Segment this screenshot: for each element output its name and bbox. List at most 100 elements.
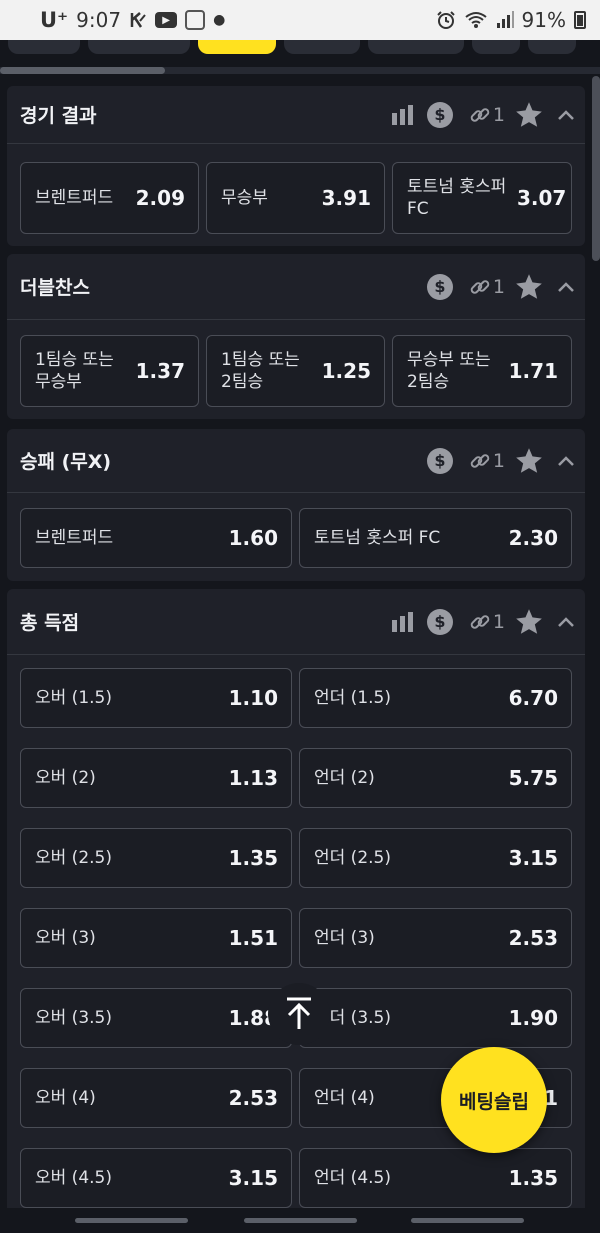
app-notification-icon <box>185 10 206 30</box>
option-odds: 1.10 <box>228 686 278 710</box>
option-label: 1팀승 또는 2팀승 <box>221 350 300 392</box>
option-odds: 3.91 <box>321 186 371 210</box>
favorite-star-icon[interactable] <box>515 273 543 300</box>
option-label: 오버 (2) <box>35 768 96 788</box>
odds-option-over[interactable]: 오버 (3.5) 1.88 <box>20 988 292 1048</box>
cashout-dollar-icon[interactable]: $ <box>426 273 453 300</box>
collapse-chevron-up-icon[interactable] <box>557 616 575 628</box>
option-odds: 2.53 <box>508 926 558 950</box>
link-icon <box>469 611 491 633</box>
battery-icon <box>574 11 586 29</box>
link-counter[interactable]: 1 <box>469 450 505 472</box>
option-label: 오버 (4) <box>35 1088 96 1108</box>
option-label: 1팀승 또는 무승부 <box>35 350 114 392</box>
option-label: 오버 (4.5) <box>35 1168 112 1188</box>
collapse-chevron-up-icon[interactable] <box>557 281 575 293</box>
cashout-dollar-icon[interactable]: $ <box>426 101 453 128</box>
option-odds: 3.15 <box>508 846 558 870</box>
category-tab[interactable] <box>88 40 190 54</box>
option-odds: 1.71 <box>508 359 558 383</box>
odds-option-over[interactable]: 오버 (4) 2.53 <box>20 1068 292 1128</box>
stats-bars-icon[interactable] <box>389 611 417 632</box>
link-counter[interactable]: 1 <box>469 611 505 633</box>
option-odds: 1.13 <box>228 766 278 790</box>
odds-option[interactable]: 1팀승 또는 무승부 1.37 <box>20 335 199 407</box>
odds-option-over[interactable]: 오버 (1.5) 1.10 <box>20 668 292 728</box>
odds-option-under[interactable]: 언더 (3) 2.53 <box>299 908 572 968</box>
tab-scrollbar-thumb[interactable] <box>0 67 165 74</box>
market-header[interactable]: 경기 결과 $ 1 <box>7 86 585 144</box>
odds-option-under[interactable]: 언더 (4.5) 1.35 <box>299 1148 572 1208</box>
carrier-label: U⁺ <box>40 8 69 32</box>
link-icon <box>469 450 491 472</box>
option-label: 토트넘 홋스퍼 FC <box>407 177 507 219</box>
collapse-chevron-up-icon[interactable] <box>557 455 575 467</box>
category-tab[interactable] <box>284 40 360 54</box>
cashout-dollar-icon[interactable]: $ <box>426 447 453 474</box>
odds-option[interactable]: 무승부 3.91 <box>206 162 385 234</box>
market-header[interactable]: 더블찬스 $ 1 <box>7 254 585 320</box>
stats-bars-icon[interactable] <box>389 104 417 125</box>
odds-option-over[interactable]: 오버 (4.5) 3.15 <box>20 1148 292 1208</box>
odds-option[interactable]: 브렌트퍼드 2.09 <box>20 162 199 234</box>
scroll-to-top-button[interactable] <box>268 983 330 1045</box>
market-title: 총 득점 <box>20 612 80 634</box>
category-tab-active[interactable] <box>198 40 276 54</box>
favorite-star-icon[interactable] <box>515 608 543 635</box>
option-odds: 1.60 <box>228 526 278 550</box>
option-label: 오버 (2.5) <box>35 848 112 868</box>
market-title: 승패 (무X) <box>20 451 112 473</box>
option-odds: 1.25 <box>321 359 371 383</box>
market-header[interactable]: 총 득점 $ 1 <box>7 589 585 655</box>
category-tab[interactable] <box>368 40 464 54</box>
option-label: 언더 (3) <box>314 928 375 948</box>
category-tab[interactable] <box>528 40 576 54</box>
option-odds: 1.35 <box>508 1166 558 1190</box>
odds-option[interactable]: 브렌트퍼드 1.60 <box>20 508 292 568</box>
option-odds: 1.51 <box>228 926 278 950</box>
market-card-double-chance: 더블찬스 $ 1 1팀승 또는 무승부 1.37 1팀승 또는 2팀승 1.25… <box>7 254 585 419</box>
link-counter[interactable]: 1 <box>469 104 505 126</box>
option-label: 무승부 <box>221 188 268 208</box>
favorite-star-icon[interactable] <box>515 447 543 474</box>
link-counter[interactable]: 1 <box>469 276 505 298</box>
odds-option-under[interactable]: 언더 (1.5) 6.70 <box>299 668 572 728</box>
nav-home-handle[interactable] <box>244 1218 357 1223</box>
more-notifications-dot-icon: ● <box>213 12 226 28</box>
market-header[interactable]: 승패 (무X) $ 1 <box>7 429 585 493</box>
collapse-chevron-up-icon[interactable] <box>557 109 575 121</box>
odds-option-over[interactable]: 오버 (2.5) 1.35 <box>20 828 292 888</box>
category-tab[interactable] <box>8 40 80 54</box>
signal-icon <box>496 11 514 29</box>
link-icon <box>469 104 491 126</box>
odds-option[interactable]: 토트넘 홋스퍼 FC 2.30 <box>299 508 572 568</box>
option-odds: 3.07 <box>517 186 567 210</box>
odds-option-under[interactable]: 언더 (2) 5.75 <box>299 748 572 808</box>
cashout-dollar-icon[interactable]: $ <box>426 608 453 635</box>
odds-option-over[interactable]: 오버 (2) 1.13 <box>20 748 292 808</box>
page-scrollbar[interactable] <box>592 76 600 261</box>
betslip-button[interactable]: 베팅슬립 <box>441 1047 547 1153</box>
option-label: 언더 (2.5) <box>314 848 391 868</box>
odds-option[interactable]: 1팀승 또는 2팀승 1.25 <box>206 335 385 407</box>
favorite-star-icon[interactable] <box>515 101 543 128</box>
tab-scrollbar[interactable] <box>0 67 600 74</box>
category-tab[interactable] <box>472 40 520 54</box>
system-nav-bar <box>0 1208 600 1233</box>
market-card-moneyline: 승패 (무X) $ 1 브렌트퍼드 1.60 토트넘 홋스퍼 FC 2.30 <box>7 429 585 581</box>
option-odds: 1.37 <box>135 359 185 383</box>
odds-option[interactable]: 무승부 또는 2팀승 1.71 <box>392 335 572 407</box>
odds-option-under[interactable]: 언더 (2.5) 3.15 <box>299 828 572 888</box>
nav-recents-handle[interactable] <box>75 1218 188 1223</box>
option-odds: 2.53 <box>228 1086 278 1110</box>
odds-option-under[interactable]: 언더 (3.5) 1.90 <box>299 988 572 1048</box>
option-label: 토트넘 홋스퍼 FC <box>314 528 441 548</box>
option-label: 언더 (1.5) <box>314 688 391 708</box>
odds-option-over[interactable]: 오버 (3) 1.51 <box>20 908 292 968</box>
nav-back-handle[interactable] <box>411 1218 524 1223</box>
link-count: 1 <box>492 449 505 472</box>
odds-option[interactable]: 토트넘 홋스퍼 FC 3.07 <box>392 162 572 234</box>
link-count: 1 <box>492 103 505 126</box>
youtube-icon: ▶ <box>155 12 178 28</box>
option-label: 오버 (3) <box>35 928 96 948</box>
